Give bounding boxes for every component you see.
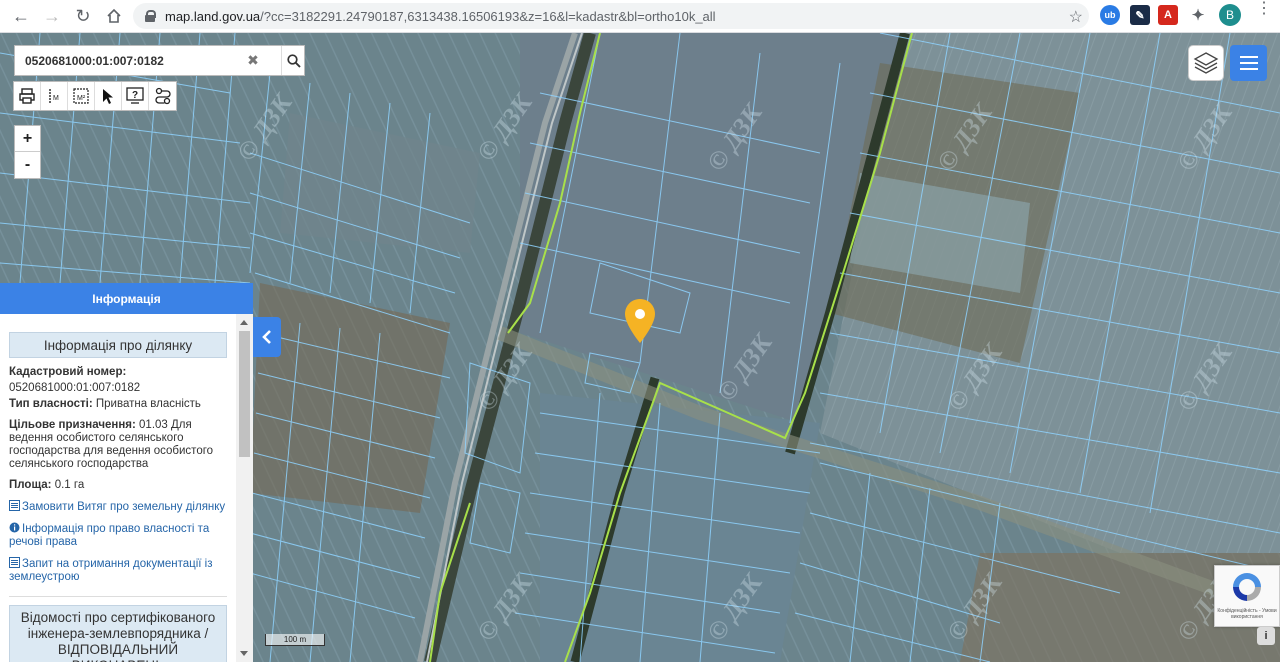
cadastral-search: ✖	[14, 45, 305, 76]
route-tool[interactable]	[149, 82, 176, 110]
cadastral-number-label: Кадастровий номер:	[9, 366, 127, 378]
zoom-control: + -	[14, 125, 41, 179]
url-text: map.land.gov.ua/?cc=3182291.24790187,631…	[165, 9, 716, 24]
address-bar[interactable]: map.land.gov.ua/?cc=3182291.24790187,631…	[133, 3, 1089, 29]
parcel-area: Площа: 0.1 га	[9, 479, 85, 491]
lock-icon[interactable]	[145, 10, 156, 22]
select-tool[interactable]	[95, 82, 122, 110]
browser-toolbar: ← → ↻ map.land.gov.ua/?cc=3182291.247901…	[0, 0, 1280, 33]
info-panel-header: Інформація	[0, 283, 253, 314]
printer-icon	[19, 88, 35, 104]
clear-search-icon[interactable]: ✖	[245, 52, 261, 69]
print-tool[interactable]	[14, 82, 41, 110]
browser-menu-icon[interactable]: ⋮	[1256, 1, 1272, 17]
svg-text:M: M	[53, 95, 59, 102]
hamburger-icon-bar	[1239, 68, 1258, 70]
reload-icon[interactable]: ↻	[68, 1, 98, 31]
chevron-left-icon	[262, 330, 271, 344]
cadastral-search-input[interactable]	[25, 53, 245, 68]
measure-area-tool[interactable]: M²	[68, 82, 95, 110]
hamburger-icon-bar	[1239, 62, 1258, 64]
extension-pdf-icon[interactable]: A	[1158, 5, 1178, 25]
main-menu-button[interactable]	[1230, 45, 1267, 81]
collapse-panel-button[interactable]	[253, 317, 281, 357]
order-extract-link[interactable]: Замовити Витяг про земельну ділянку	[9, 500, 229, 514]
search-button[interactable]	[281, 46, 306, 75]
hamburger-icon-bar	[1239, 56, 1258, 58]
scale-bar: 100 m	[265, 634, 325, 646]
forward-icon[interactable]: →	[37, 1, 67, 31]
scroll-up-icon[interactable]	[240, 320, 248, 325]
recaptcha-logo-icon	[1233, 573, 1261, 601]
info-panel-body: Інформація про ділянку Кадастровий номер…	[0, 314, 236, 662]
info-panel: Інформація Інформація про ділянку Кадаст…	[0, 283, 253, 662]
recaptcha-badge[interactable]: Конфіденційність - Умови використання	[1214, 565, 1280, 627]
url-host: map.land.gov.ua	[165, 8, 261, 24]
ruler-area-icon: M²	[73, 88, 89, 104]
cursor-arrow-icon	[103, 89, 113, 104]
document-list-icon	[9, 500, 20, 511]
ownership-type: Тип власності: Приватна власність	[9, 398, 201, 410]
search-icon	[287, 53, 301, 68]
svg-text:?: ?	[132, 90, 138, 101]
url-path: /?cc=3182291.24790187,6313438.16506193&z…	[260, 8, 716, 24]
scroll-down-icon[interactable]	[240, 651, 248, 656]
attribution-info-button[interactable]: i	[1257, 627, 1275, 645]
info-circle-icon	[9, 522, 20, 533]
location-marker-icon[interactable]	[624, 298, 656, 349]
extensions-puzzle-icon[interactable]: ✦	[1188, 5, 1208, 25]
parcel-info-title: Інформація про ділянку	[9, 332, 227, 358]
document-list-icon	[9, 557, 20, 568]
land-purpose: Цільове призначення: 01.03 Для ведення о…	[9, 419, 214, 470]
ruler-distance-icon: M	[49, 89, 59, 103]
layers-icon	[1193, 52, 1219, 74]
extension-ublock-icon[interactable]: ub	[1100, 5, 1120, 25]
scroll-thumb[interactable]	[239, 331, 250, 457]
help-monitor-icon: ?	[126, 87, 144, 104]
home-icon[interactable]	[99, 1, 129, 31]
route-icon	[154, 87, 171, 105]
bookmark-star-icon[interactable]: ☆	[1069, 7, 1083, 27]
measure-distance-tool[interactable]: M	[41, 82, 68, 110]
layers-button[interactable]	[1188, 45, 1224, 81]
certified-engineer-title: Відомості про сертифікованого інженера-з…	[9, 605, 227, 662]
ownership-rights-link[interactable]: Інформація про право власності та речові…	[9, 522, 229, 549]
map-canvas[interactable]: © ДЗК © ДЗК © ДЗК © ДЗК © ДЗК © ДЗК © ДЗ…	[0, 33, 1280, 662]
divider	[9, 596, 227, 597]
profile-avatar[interactable]: B	[1219, 4, 1241, 26]
zoom-in-button[interactable]: +	[15, 126, 40, 152]
land-docs-request-link[interactable]: Запит на отримання документації із земле…	[9, 557, 229, 584]
cadastral-number-value: 0520681000:01:007:0182	[9, 382, 141, 394]
info-panel-scrollbar[interactable]	[236, 314, 253, 662]
recaptcha-text: Конфіденційність - Умови використання	[1217, 608, 1277, 620]
svg-text:M²: M²	[77, 95, 86, 102]
back-icon[interactable]: ←	[6, 1, 36, 31]
identify-tool[interactable]: ?	[122, 82, 149, 110]
extension-quill-icon[interactable]: ✎	[1130, 5, 1150, 25]
map-tools: M M² ?	[13, 81, 177, 111]
zoom-out-button[interactable]: -	[15, 152, 40, 178]
